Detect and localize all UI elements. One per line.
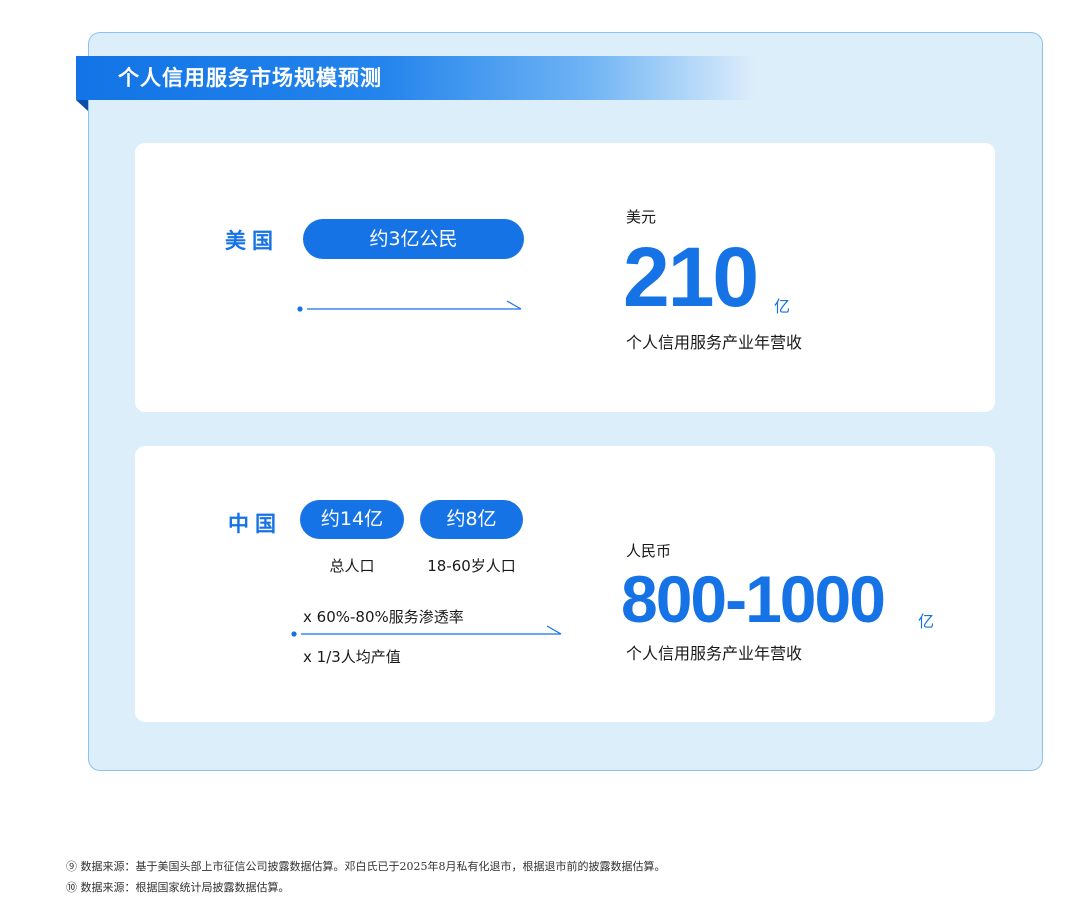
cn-output-factor: x 1/3人均产值: [303, 648, 401, 666]
title-banner-fold: [76, 100, 88, 111]
us-connector-dot: [297, 306, 303, 312]
us-value-unit: 亿: [774, 297, 791, 316]
page-title: 个人信用服务市场规模预测: [118, 66, 382, 90]
us-card: 美国 约3亿公民 美元 210 亿 个人信用服务产业年营收: [135, 143, 995, 412]
us-value-caption: 个人信用服务产业年营收: [626, 333, 803, 352]
cn-country-label: 中国: [228, 512, 282, 536]
cn-value-caption: 个人信用服务产业年营收: [626, 644, 803, 663]
cn-value-unit: 亿: [918, 612, 935, 631]
us-market-value: 210: [623, 230, 759, 324]
footnote-10: ⑩ 数据来源：根据国家统计局披露数据估算。: [66, 881, 290, 894]
cn-connector-arrow: [546, 625, 562, 635]
cn-total-population-pill: 约14亿: [300, 500, 404, 539]
us-population-pill: 约3亿公民: [303, 219, 524, 259]
cn-connector-dot: [291, 631, 297, 637]
us-connector-arrow: [506, 300, 522, 310]
cn-connector-line: [291, 625, 562, 637]
us-country-label: 美国: [225, 229, 279, 253]
cn-total-population-label: 总人口: [329, 557, 375, 575]
cn-working-population-pill: 约8亿: [420, 500, 523, 539]
cn-card: 中国 约14亿 总人口 约8亿 18-60岁人口 x 60%-80%服务渗透率 …: [135, 446, 995, 722]
footnote-9: ⑨ 数据来源：基于美国头部上市征信公司披露数据估算。邓白氏已于2025年8月私有…: [66, 860, 666, 873]
cn-penetration-factor: x 60%-80%服务渗透率: [303, 608, 464, 626]
cn-market-value: 800-1000: [621, 562, 886, 636]
cn-currency-label: 人民币: [626, 542, 672, 560]
cn-working-population-label: 18-60岁人口: [427, 557, 516, 575]
us-currency-label: 美元: [626, 208, 657, 226]
us-connector-line: [297, 300, 522, 312]
